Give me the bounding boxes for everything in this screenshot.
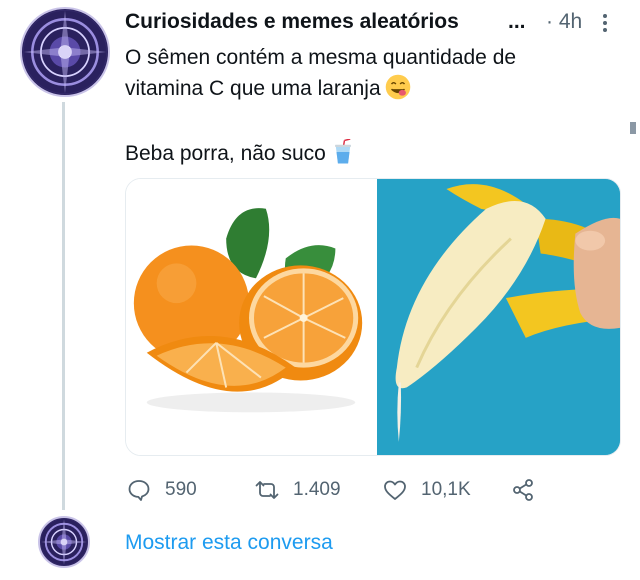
retweet-button[interactable]: 1.409: [255, 475, 341, 505]
avatar-pattern: [23, 10, 107, 94]
tweet-text-line-1: O sêmen contém a mesma quantidade de vit…: [125, 46, 517, 100]
face-savoring-food-icon: [385, 74, 410, 100]
author-avatar[interactable]: [20, 7, 110, 97]
banana-illustration: [377, 179, 620, 455]
retweet-count: 1.409: [293, 479, 341, 500]
tweet-actions: 590 1.409 10,1K: [125, 475, 605, 505]
tweet-text: O sêmen contém a mesma quantidade de vit…: [125, 42, 595, 169]
thread-avatar[interactable]: [38, 516, 90, 568]
heart-icon: [384, 480, 406, 500]
retweet-icon: [255, 481, 279, 499]
tweet-time[interactable]: · 4h: [546, 10, 582, 34]
reply-icon: [128, 480, 150, 501]
oranges-image[interactable]: [126, 179, 374, 455]
thread-line: [62, 102, 65, 510]
scroll-indicator: [630, 122, 636, 134]
more-options-icon[interactable]: [598, 12, 612, 34]
tweet-text-line-2: Beba porra, não suco: [125, 142, 326, 165]
like-button[interactable]: 10,1K: [383, 475, 471, 505]
share-button[interactable]: [511, 475, 549, 505]
banana-image[interactable]: [377, 179, 620, 455]
like-count: 10,1K: [421, 479, 471, 500]
author-name-ellipsis: ...: [508, 10, 526, 33]
tweet-media[interactable]: [125, 178, 621, 456]
show-thread-link[interactable]: Mostrar esta conversa: [125, 531, 333, 555]
author-name[interactable]: Curiosidades e memes aleatórios: [125, 10, 459, 34]
cup-with-straw-icon: [334, 139, 351, 164]
share-icon: [513, 479, 533, 501]
reply-button[interactable]: 590: [127, 475, 197, 505]
oranges-illustration: [126, 179, 374, 455]
reply-count: 590: [165, 479, 197, 500]
avatar-pattern: [40, 518, 88, 566]
